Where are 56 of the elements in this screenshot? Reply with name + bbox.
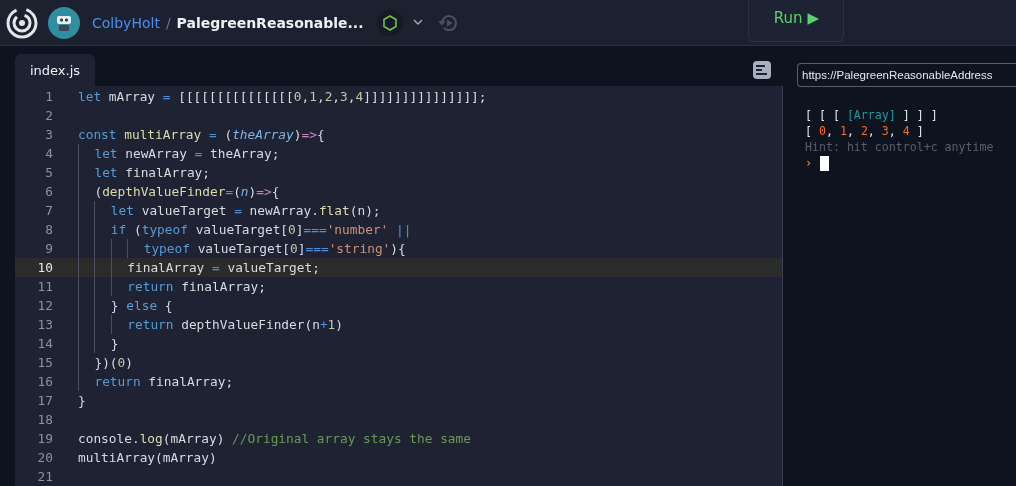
line-number: 3 bbox=[44, 127, 53, 142]
code-editor[interactable] bbox=[15, 86, 783, 486]
line-number: 17 bbox=[36, 393, 53, 408]
code-line: let finalArray; bbox=[78, 163, 210, 182]
line-number: 21 bbox=[36, 469, 53, 484]
line-number: 11 bbox=[36, 279, 53, 294]
code-line: } else { bbox=[78, 296, 173, 315]
format-icon[interactable] bbox=[753, 61, 771, 79]
code-line: let valueTarget = newArray.flat(n); bbox=[78, 201, 381, 220]
code-line: return finalArray; bbox=[78, 372, 234, 391]
code-line: console.log(mArray) //Original array stays the same bbox=[78, 430, 471, 448]
line-number: 4 bbox=[44, 146, 53, 161]
code-line: })(0) bbox=[78, 353, 133, 372]
line-number: 5 bbox=[44, 165, 53, 180]
code-line: return finalArray; bbox=[78, 277, 266, 296]
swirl-logo-icon[interactable] bbox=[6, 6, 38, 39]
line-number: 18 bbox=[36, 412, 53, 427]
run-button[interactable]: Run ▶ bbox=[748, 0, 845, 42]
prompt-mark: › bbox=[805, 156, 813, 170]
line-number: 13 bbox=[36, 317, 53, 332]
line-number: 12 bbox=[36, 298, 53, 313]
code-line: if (typeof valueTarget[0]==='number' || bbox=[78, 220, 412, 239]
line-number: 19 bbox=[36, 431, 53, 446]
code-line: return depthValueFinder(n+1) bbox=[78, 315, 344, 334]
line-number: 9 bbox=[44, 241, 53, 256]
line-number: 20 bbox=[36, 450, 53, 465]
line-number: 15 bbox=[36, 355, 53, 370]
url-field[interactable]: https://PalegreenReasonableAddress bbox=[797, 63, 1016, 87]
path-separator: / bbox=[165, 14, 171, 31]
text-cursor bbox=[820, 155, 830, 171]
console-line: [ [ [ [Array] ] ] ] bbox=[805, 107, 939, 123]
chevron-down-icon[interactable] bbox=[413, 19, 424, 26]
line-number: 14 bbox=[36, 336, 53, 351]
code-line: } bbox=[78, 334, 119, 353]
code-line: finalArray = valueTarget; bbox=[78, 258, 320, 277]
code-line: } bbox=[78, 392, 86, 410]
line-number: 7 bbox=[44, 203, 53, 218]
console-line: [ 0, 1, 2, 3, 4 ] bbox=[805, 123, 925, 139]
user-avatar[interactable] bbox=[48, 6, 80, 39]
code-line: let mArray = [[[[[[[[[[[[[[[0,1,2,3,4]]]]]]]]]]]]]]]; bbox=[78, 88, 487, 106]
line-number: 2 bbox=[44, 108, 53, 123]
line-number: 8 bbox=[44, 222, 53, 237]
nodejs-badge[interactable] bbox=[377, 9, 404, 36]
code-line: const multiArray = (theArray)=>{ bbox=[78, 126, 325, 144]
code-line: let newArray = theArray; bbox=[78, 144, 280, 163]
line-number: 10 bbox=[36, 260, 53, 275]
console-line: Hint: hit control+c anytime bbox=[805, 139, 995, 155]
code-line: (depthValueFinder=(n)=>{ bbox=[78, 182, 280, 201]
code-line: multiArray(mArray) bbox=[78, 449, 217, 467]
hexagon-icon bbox=[382, 14, 399, 31]
line-number: 1 bbox=[44, 89, 53, 104]
user-link[interactable]: ColbyHolt bbox=[92, 14, 160, 31]
repl-name[interactable]: PalegreenReasonable... bbox=[176, 14, 364, 31]
line-number: 16 bbox=[36, 374, 53, 389]
file-tab[interactable]: index.js bbox=[15, 54, 95, 86]
line-number: 6 bbox=[44, 184, 53, 199]
